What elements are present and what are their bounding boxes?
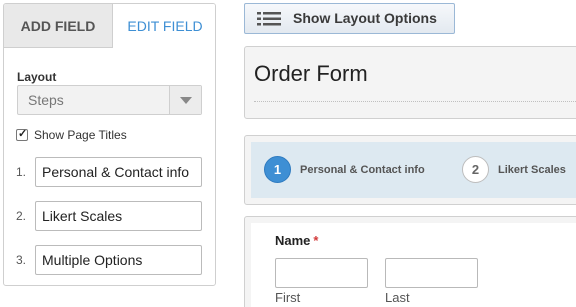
step-number: 2 — [462, 156, 489, 183]
page-title-input-2[interactable]: Likert Scales — [35, 201, 202, 231]
title-divider — [254, 101, 576, 102]
page-title-value: Multiple Options — [42, 252, 143, 268]
required-marker: * — [313, 233, 319, 248]
form-builder: Add Field Edit Field Layout Steps ✓ Show… — [0, 0, 576, 307]
show-layout-options-label: Show Layout Options — [293, 10, 437, 26]
page-number: 2. — [16, 209, 27, 223]
last-name-input[interactable] — [385, 258, 478, 288]
layout-select-toggle[interactable] — [169, 86, 201, 114]
layout-select[interactable]: Steps — [17, 85, 202, 115]
name-field-section[interactable]: Name * First Last — [244, 216, 576, 307]
page-title-row: 1. Personal & Contact info — [16, 157, 206, 187]
layout-select-value: Steps — [28, 92, 64, 108]
show-layout-options-button[interactable]: Show Layout Options — [244, 3, 455, 34]
tab-add-field[interactable]: Add Field — [4, 4, 113, 48]
steps-section: 1 Personal & Contact info 2 Likert Scale… — [244, 135, 576, 205]
page-title-input-3[interactable]: Multiple Options — [35, 245, 202, 275]
name-field-body: Name * First Last — [251, 223, 576, 307]
list-lines-icon — [257, 12, 281, 26]
step-label: Personal & Contact info — [300, 164, 425, 176]
name-label: Name * — [275, 233, 318, 248]
show-page-titles-checkbox[interactable]: ✓ — [16, 128, 28, 141]
field-settings-panel: Add Field Edit Field Layout Steps ✓ Show… — [3, 3, 216, 286]
page-title-value: Likert Scales — [42, 208, 123, 224]
page-title-input-1[interactable]: Personal & Contact info — [35, 157, 202, 187]
step-label: Likert Scales — [498, 164, 566, 176]
step-number-active: 1 — [264, 156, 291, 183]
name-label-text: Name — [275, 233, 311, 248]
page-number: 3. — [16, 253, 27, 267]
panel-tabs: Add Field Edit Field — [4, 4, 215, 48]
page-title-row: 3. Multiple Options — [16, 245, 206, 275]
layout-label: Layout — [17, 70, 57, 84]
first-name-label: First — [275, 290, 301, 305]
last-name-label: Last — [385, 290, 410, 305]
tab-edit-field[interactable]: Edit Field — [113, 4, 215, 48]
chevron-down-icon — [180, 97, 192, 104]
steps-bar: 1 Personal & Contact info 2 Likert Scale… — [251, 142, 576, 198]
checkmark-icon: ✓ — [18, 128, 28, 140]
form-title: Order Form — [254, 61, 368, 86]
form-title-section[interactable]: Order Form — [244, 46, 576, 119]
page-number: 1. — [16, 165, 27, 179]
first-name-input[interactable] — [275, 258, 368, 288]
page-title-value: Personal & Contact info — [42, 164, 190, 180]
show-page-titles-label: Show Page Titles — [34, 128, 127, 142]
page-title-row: 2. Likert Scales — [16, 201, 206, 231]
